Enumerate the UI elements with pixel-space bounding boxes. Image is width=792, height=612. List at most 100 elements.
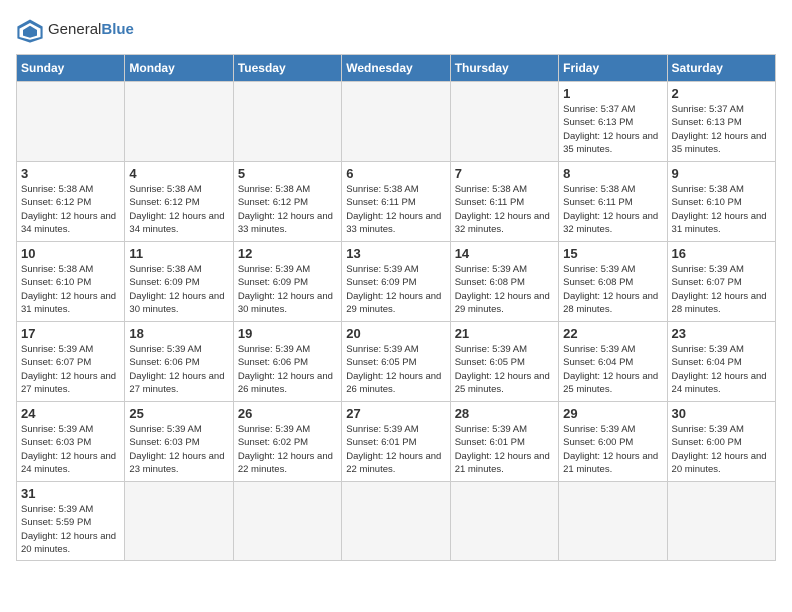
- calendar-day-cell: [342, 482, 450, 561]
- weekday-header-thursday: Thursday: [450, 55, 558, 82]
- calendar-week-row: 24Sunrise: 5:39 AM Sunset: 6:03 PM Dayli…: [17, 402, 776, 482]
- day-info: Sunrise: 5:37 AM Sunset: 6:13 PM Dayligh…: [672, 103, 771, 156]
- calendar-day-cell: 22 Sunrise: 5:39 AM Sunset: 6:04 PM Dayli…: [559, 322, 667, 402]
- day-info: Sunrise: 5:39 AM Sunset: 6:05 PM Dayligh…: [346, 343, 445, 396]
- day-number: 31: [21, 486, 120, 501]
- calendar-day-cell: 21Sunrise: 5:39 AM Sunset: 6:05 PM Dayli…: [450, 322, 558, 402]
- day-number: 18: [129, 326, 228, 341]
- calendar-day-cell: 27Sunrise: 5:39 AM Sunset: 6:01 PM Dayli…: [342, 402, 450, 482]
- page-header: GeneralBlue: [16, 16, 776, 44]
- day-number: 23: [672, 326, 771, 341]
- day-number: 5: [238, 166, 337, 181]
- day-info: Sunrise: 5:39 AM Sunset: 6:07 PM Dayligh…: [672, 263, 771, 316]
- calendar-day-cell: 18 Sunrise: 5:39 AM Sunset: 6:06 PM Dayli…: [125, 322, 233, 402]
- calendar-day-cell: 19Sunrise: 5:39 AM Sunset: 6:06 PM Dayli…: [233, 322, 341, 402]
- day-number: 9: [672, 166, 771, 181]
- day-number: 20: [346, 326, 445, 341]
- day-number: 2: [672, 86, 771, 101]
- calendar-day-cell: [17, 82, 125, 162]
- calendar-day-cell: 28Sunrise: 5:39 AM Sunset: 6:01 PM Dayli…: [450, 402, 558, 482]
- day-info: Sunrise: 5:39 AM Sunset: 6:09 PM Dayligh…: [346, 263, 445, 316]
- weekday-header-sunday: Sunday: [17, 55, 125, 82]
- calendar-day-cell: 11 Sunrise: 5:38 AM Sunset: 6:09 PM Dayli…: [125, 242, 233, 322]
- day-info: Sunrise: 5:39 AM Sunset: 6:01 PM Dayligh…: [346, 423, 445, 476]
- calendar-day-cell: 31 Sunrise: 5:39 AM Sunset: 5:59 PM Dayli…: [17, 482, 125, 561]
- weekday-header-row: SundayMondayTuesdayWednesdayThursdayFrid…: [17, 55, 776, 82]
- day-number: 21: [455, 326, 554, 341]
- day-number: 1: [563, 86, 662, 101]
- day-info: Sunrise: 5:38 AM Sunset: 6:11 PM Dayligh…: [346, 183, 445, 236]
- day-info: Sunrise: 5:39 AM Sunset: 5:59 PM Dayligh…: [21, 503, 120, 556]
- calendar-day-cell: 7Sunrise: 5:38 AM Sunset: 6:11 PM Daylig…: [450, 162, 558, 242]
- day-number: 22: [563, 326, 662, 341]
- calendar-day-cell: 14 Sunrise: 5:39 AM Sunset: 6:08 PM Dayli…: [450, 242, 558, 322]
- day-number: 24: [21, 406, 120, 421]
- calendar-day-cell: 23 Sunrise: 5:39 AM Sunset: 6:04 PM Dayli…: [667, 322, 775, 402]
- calendar-day-cell: [125, 82, 233, 162]
- day-number: 6: [346, 166, 445, 181]
- weekday-header-tuesday: Tuesday: [233, 55, 341, 82]
- weekday-header-wednesday: Wednesday: [342, 55, 450, 82]
- day-number: 30: [672, 406, 771, 421]
- weekday-header-friday: Friday: [559, 55, 667, 82]
- calendar-day-cell: 3Sunrise: 5:38 AM Sunset: 6:12 PM Daylig…: [17, 162, 125, 242]
- day-number: 11: [129, 246, 228, 261]
- calendar-week-row: 17Sunrise: 5:39 AM Sunset: 6:07 PM Dayli…: [17, 322, 776, 402]
- day-info: Sunrise: 5:38 AM Sunset: 6:09 PM Dayligh…: [129, 263, 228, 316]
- day-info: Sunrise: 5:39 AM Sunset: 6:06 PM Dayligh…: [129, 343, 228, 396]
- day-number: 12: [238, 246, 337, 261]
- day-number: 4: [129, 166, 228, 181]
- calendar-table: SundayMondayTuesdayWednesdayThursdayFrid…: [16, 54, 776, 561]
- calendar-week-row: 31 Sunrise: 5:39 AM Sunset: 5:59 PM Dayli…: [17, 482, 776, 561]
- calendar-day-cell: [233, 82, 341, 162]
- day-info: Sunrise: 5:39 AM Sunset: 6:07 PM Dayligh…: [21, 343, 120, 396]
- day-info: Sunrise: 5:39 AM Sunset: 6:04 PM Dayligh…: [672, 343, 771, 396]
- day-number: 13: [346, 246, 445, 261]
- day-number: 25: [129, 406, 228, 421]
- day-info: Sunrise: 5:39 AM Sunset: 6:02 PM Dayligh…: [238, 423, 337, 476]
- calendar-day-cell: 20 Sunrise: 5:39 AM Sunset: 6:05 PM Dayli…: [342, 322, 450, 402]
- day-info: Sunrise: 5:39 AM Sunset: 6:04 PM Dayligh…: [563, 343, 662, 396]
- day-info: Sunrise: 5:38 AM Sunset: 6:10 PM Dayligh…: [672, 183, 771, 236]
- calendar-day-cell: 4 Sunrise: 5:38 AM Sunset: 6:12 PM Daylig…: [125, 162, 233, 242]
- day-number: 26: [238, 406, 337, 421]
- day-number: 10: [21, 246, 120, 261]
- calendar-day-cell: 16 Sunrise: 5:39 AM Sunset: 6:07 PM Dayli…: [667, 242, 775, 322]
- day-number: 19: [238, 326, 337, 341]
- logo-text: GeneralBlue: [48, 21, 134, 39]
- calendar-day-cell: [667, 482, 775, 561]
- calendar-day-cell: 15 Sunrise: 5:39 AM Sunset: 6:08 PM Dayli…: [559, 242, 667, 322]
- calendar-day-cell: [450, 482, 558, 561]
- day-info: Sunrise: 5:39 AM Sunset: 6:09 PM Dayligh…: [238, 263, 337, 316]
- calendar-day-cell: 6 Sunrise: 5:38 AM Sunset: 6:11 PM Daylig…: [342, 162, 450, 242]
- day-number: 14: [455, 246, 554, 261]
- day-number: 8: [563, 166, 662, 181]
- calendar-day-cell: 17Sunrise: 5:39 AM Sunset: 6:07 PM Dayli…: [17, 322, 125, 402]
- day-info: Sunrise: 5:38 AM Sunset: 6:12 PM Dayligh…: [129, 183, 228, 236]
- calendar-day-cell: [559, 482, 667, 561]
- day-number: 15: [563, 246, 662, 261]
- day-info: Sunrise: 5:37 AM Sunset: 6:13 PM Dayligh…: [563, 103, 662, 156]
- calendar-day-cell: 10Sunrise: 5:38 AM Sunset: 6:10 PM Dayli…: [17, 242, 125, 322]
- calendar-day-cell: [342, 82, 450, 162]
- day-info: Sunrise: 5:39 AM Sunset: 6:08 PM Dayligh…: [563, 263, 662, 316]
- day-info: Sunrise: 5:39 AM Sunset: 6:08 PM Dayligh…: [455, 263, 554, 316]
- calendar-week-row: 10Sunrise: 5:38 AM Sunset: 6:10 PM Dayli…: [17, 242, 776, 322]
- calendar-day-cell: [233, 482, 341, 561]
- day-number: 7: [455, 166, 554, 181]
- calendar-day-cell: 30Sunrise: 5:39 AM Sunset: 6:00 PM Dayli…: [667, 402, 775, 482]
- calendar-day-cell: 12 Sunrise: 5:39 AM Sunset: 6:09 PM Dayli…: [233, 242, 341, 322]
- calendar-day-cell: 24Sunrise: 5:39 AM Sunset: 6:03 PM Dayli…: [17, 402, 125, 482]
- day-number: 16: [672, 246, 771, 261]
- day-number: 3: [21, 166, 120, 181]
- calendar-week-row: 3 Sunrise: 5:38 AM Sunset: 6:12 PM Daylig…: [17, 162, 776, 242]
- day-info: Sunrise: 5:38 AM Sunset: 6:12 PM Dayligh…: [238, 183, 337, 236]
- day-info: Sunrise: 5:39 AM Sunset: 6:00 PM Dayligh…: [563, 423, 662, 476]
- day-number: 28: [455, 406, 554, 421]
- calendar-day-cell: 13 Sunrise: 5:39 AM Sunset: 6:09 PM Dayli…: [342, 242, 450, 322]
- calendar-day-cell: [125, 482, 233, 561]
- calendar-day-cell: 29Sunrise: 5:39 AM Sunset: 6:00 PM Dayli…: [559, 402, 667, 482]
- calendar-day-cell: [450, 82, 558, 162]
- calendar-day-cell: 2 Sunrise: 5:37 AM Sunset: 6:13 PM Daylig…: [667, 82, 775, 162]
- weekday-header-saturday: Saturday: [667, 55, 775, 82]
